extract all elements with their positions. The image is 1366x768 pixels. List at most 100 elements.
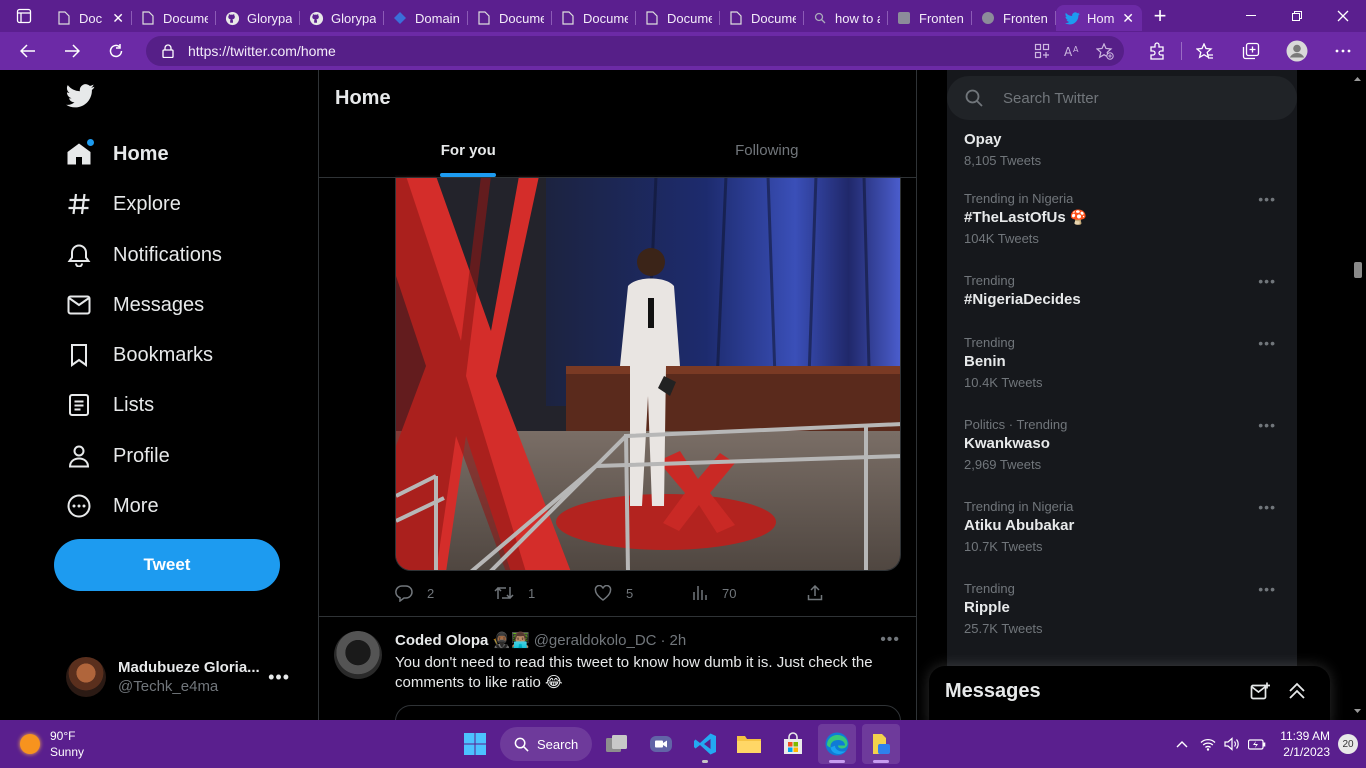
weather-widget[interactable]: 90°F Sunny (20, 728, 84, 760)
tweet-time[interactable]: 2h (670, 632, 687, 649)
more-dots-icon[interactable]: ••• (1258, 191, 1276, 207)
avatar[interactable] (334, 631, 382, 679)
browser-tab[interactable]: Doc ✕ (48, 5, 132, 31)
author-name[interactable]: Coded Olopa (395, 632, 488, 649)
browser-tab[interactable]: Documen (552, 5, 636, 31)
browser-tab[interactable]: Documen (468, 5, 552, 31)
like-button[interactable]: 5 (594, 585, 692, 601)
sidebar-item-more[interactable]: More (66, 489, 159, 523)
start-button[interactable] (456, 724, 494, 764)
search-input[interactable]: Search Twitter (947, 76, 1297, 120)
window-controls (1228, 0, 1366, 32)
tab-following[interactable]: Following (618, 123, 917, 177)
browser-tab[interactable]: Domain r (384, 5, 468, 31)
browser-tab[interactable]: Frontend (972, 5, 1056, 31)
notes-app[interactable] (862, 724, 900, 764)
more-dots-icon[interactable]: ••• (1258, 273, 1276, 289)
clock[interactable]: 11:39 AM 2/1/2023 (1280, 728, 1330, 760)
more-dots-icon[interactable]: ••• (268, 667, 290, 688)
more-dots-icon[interactable]: ••• (1258, 581, 1276, 597)
trend-item[interactable]: Trending in Nigeria #TheLastOfUs 🍄 104K … (964, 191, 1284, 246)
trend-item[interactable]: Trending Benin 10.4K Tweets ••• (964, 335, 1284, 390)
trend-item[interactable]: Politics · Trending Kwankwaso 2,969 Twee… (964, 417, 1284, 472)
browser-tab[interactable]: Frontend (888, 5, 972, 31)
tweet-button[interactable]: Tweet (54, 539, 280, 591)
browser-tab[interactable]: Glorypau (216, 5, 300, 31)
mail-icon (66, 292, 92, 318)
store-app[interactable] (774, 724, 812, 764)
tweet-media-image[interactable] (395, 175, 901, 571)
trend-item[interactable]: Trending #NigeriaDecides ••• (964, 273, 1284, 308)
teams-chat-button[interactable] (642, 724, 680, 764)
new-message-icon[interactable] (1250, 682, 1270, 702)
chevron-up-icon[interactable] (1168, 740, 1196, 748)
sidebar-item-home[interactable]: Home (66, 137, 169, 171)
sidebar-item-lists[interactable]: Lists (66, 388, 154, 422)
taskbar-search-button[interactable]: Search (500, 727, 592, 761)
share-button[interactable] (807, 585, 823, 601)
wifi-icon[interactable] (1196, 738, 1220, 751)
views-button[interactable]: 70 (692, 585, 807, 601)
quoted-tweet-card[interactable] (395, 705, 901, 720)
file-explorer-app[interactable] (730, 724, 768, 764)
browser-tab[interactable]: Documen (132, 5, 216, 31)
minimize-icon[interactable] (1228, 0, 1274, 32)
sidebar-item-notifications[interactable]: Notifications (66, 238, 222, 272)
avatar[interactable] (66, 657, 106, 697)
sidebar-item-profile[interactable]: Profile (66, 439, 170, 473)
volume-icon[interactable] (1220, 737, 1244, 751)
close-tab-icon[interactable]: ✕ (112, 10, 124, 27)
sidebar-item-bookmarks[interactable]: Bookmarks (66, 338, 213, 372)
reply-button[interactable]: 2 (395, 584, 494, 602)
address-bar[interactable]: https://twitter.com/home AA (146, 36, 1124, 66)
account-switcher[interactable]: Madubueze Gloria... @Techk_e4ma ••• (66, 657, 306, 697)
forward-icon[interactable] (50, 32, 94, 70)
expand-up-icon[interactable] (1288, 682, 1306, 702)
tab-actions-button[interactable] (0, 0, 48, 32)
browser-tab[interactable]: Documen (720, 5, 804, 31)
sidebar-item-messages[interactable]: Messages (66, 288, 204, 322)
favorites-icon[interactable] (1182, 32, 1228, 70)
new-tab-button[interactable]: + (1144, 0, 1176, 32)
profile-avatar-icon[interactable] (1274, 32, 1320, 70)
vscode-app[interactable] (686, 724, 724, 764)
sidebar-item-explore[interactable]: Explore (66, 187, 181, 221)
messages-drawer[interactable]: Messages (929, 666, 1330, 720)
more-dots-icon[interactable]: ••• (1258, 335, 1276, 351)
extensions-icon[interactable] (1134, 32, 1180, 70)
browser-tab[interactable]: Documen (636, 5, 720, 31)
browser-tab-active[interactable]: Hom ✕ (1056, 5, 1142, 31)
browser-toolbar: https://twitter.com/home AA (0, 32, 1366, 70)
url-text[interactable]: https://twitter.com/home (188, 43, 336, 59)
edge-browser-app[interactable] (818, 724, 856, 764)
close-window-icon[interactable] (1320, 0, 1366, 32)
author-handle[interactable]: @geraldokolo_DC (534, 632, 657, 649)
refresh-icon[interactable] (94, 32, 138, 70)
task-view-button[interactable] (598, 724, 636, 764)
retweet-button[interactable]: 1 (494, 585, 594, 601)
more-dots-icon[interactable]: ••• (1258, 417, 1276, 433)
read-aloud-icon[interactable]: AA (1064, 44, 1082, 58)
more-dots-icon[interactable]: ••• (880, 631, 900, 649)
settings-more-icon[interactable] (1320, 32, 1366, 70)
tab-for-you[interactable]: For you (319, 123, 618, 177)
app-available-icon[interactable] (1034, 43, 1050, 59)
back-icon[interactable] (6, 32, 50, 70)
trend-item[interactable]: Trending in Nigeria Atiku Abubakar 10.7K… (964, 499, 1284, 554)
battery-icon[interactable] (1244, 738, 1270, 750)
restore-icon[interactable] (1274, 0, 1320, 32)
trend-item[interactable]: Trending Ripple 25.7K Tweets ••• (964, 581, 1284, 636)
page-scrollbar[interactable] (1349, 70, 1366, 720)
lock-icon[interactable] (162, 44, 174, 58)
tweet[interactable]: Coded Olopa 🥷🏾👨🏽‍💻 @geraldokolo_DC · 2h … (319, 616, 916, 720)
close-tab-icon[interactable]: ✕ (1122, 10, 1134, 27)
twitter-logo-icon[interactable] (66, 84, 95, 108)
browser-tab[interactable]: Glorypau (300, 5, 384, 31)
notification-badge[interactable]: 20 (1338, 734, 1358, 754)
collections-icon[interactable] (1228, 32, 1274, 70)
browser-tab[interactable]: how to a (804, 5, 888, 31)
more-dots-icon[interactable]: ••• (1258, 499, 1276, 515)
add-favorite-icon[interactable] (1096, 42, 1114, 60)
trend-item[interactable]: Opay 8,105 Tweets (964, 128, 1284, 168)
scrollbar-thumb[interactable] (1354, 262, 1362, 278)
